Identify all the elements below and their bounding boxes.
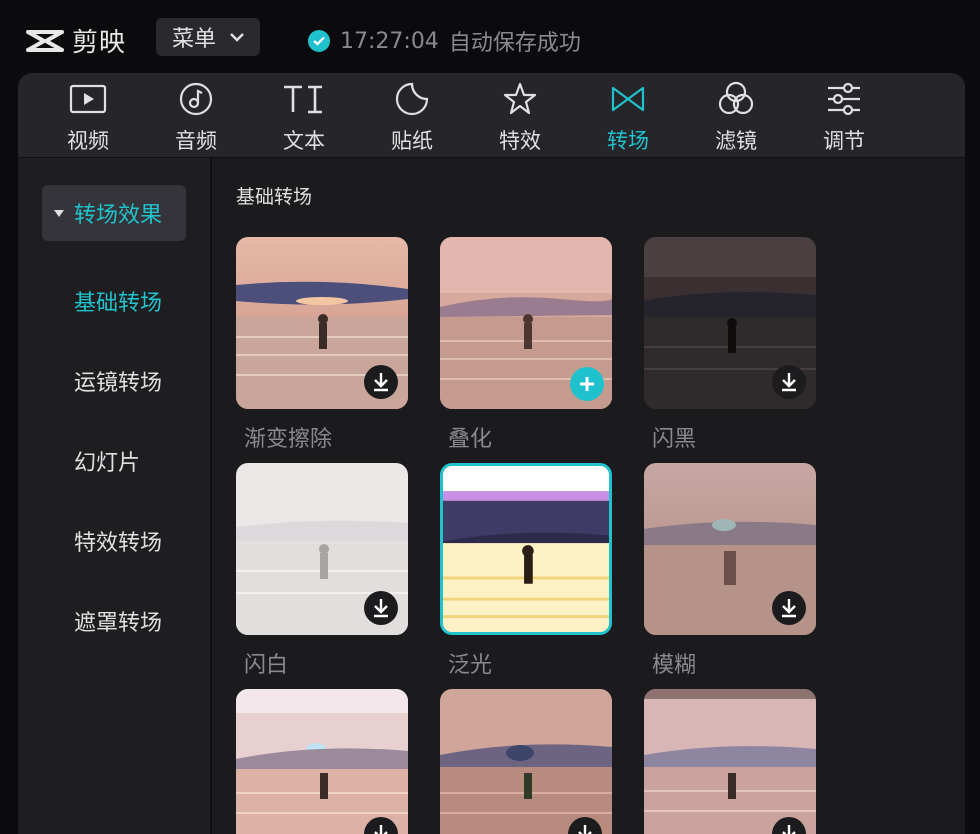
- transition-card[interactable]: [236, 689, 408, 834]
- download-icon: [578, 825, 592, 834]
- sunset-lake-image: [644, 689, 816, 834]
- download-icon: [374, 599, 388, 618]
- tab-effects[interactable]: 特效: [480, 79, 560, 155]
- category-tab-bar: 视频 音频 文本 贴纸 特效 转场 滤镜 调节: [18, 73, 965, 158]
- transition-name: 模糊: [652, 653, 697, 678]
- download-button[interactable]: [772, 591, 806, 625]
- sunset-lake-image: [236, 689, 408, 834]
- transition-name: 闪白: [244, 653, 289, 678]
- tab-sticker[interactable]: 贴纸: [372, 79, 452, 155]
- save-time: 17:27:04: [340, 28, 439, 54]
- sunset-lake-image: [440, 689, 612, 834]
- download-icon: [782, 825, 796, 834]
- category-header-label: 转场效果: [74, 203, 163, 228]
- app-name: 剪映: [72, 28, 127, 58]
- tab-video[interactable]: 视频: [48, 79, 128, 155]
- category-header-transition-effects[interactable]: 转场效果: [42, 185, 186, 241]
- audio-icon: [179, 82, 213, 116]
- capcut-logo-icon: [26, 29, 64, 52]
- adjust-icon: [828, 82, 860, 116]
- tab-text[interactable]: 文本: [264, 79, 344, 155]
- transition-thumbnail[interactable]: [644, 237, 816, 409]
- tab-adjust[interactable]: 调节: [804, 79, 884, 155]
- transition-card[interactable]: 闪黑: [644, 237, 816, 453]
- tab-label: 滤镜: [715, 129, 757, 153]
- tab-label: 文本: [283, 129, 325, 153]
- save-text: 自动保存成功: [448, 31, 581, 56]
- transition-sidebar: 转场效果 基础转场 运镜转场 幻灯片 特效转场 遮罩转场: [18, 158, 212, 834]
- transition-name: 闪黑: [652, 427, 697, 452]
- transition-thumbnail[interactable]: [440, 237, 612, 409]
- download-button[interactable]: [364, 365, 398, 399]
- tab-label: 视频: [67, 129, 109, 153]
- download-button[interactable]: [364, 591, 398, 625]
- add-button[interactable]: [570, 367, 604, 401]
- download-icon: [782, 373, 796, 392]
- sidebar-item-mask-transition[interactable]: 遮罩转场: [74, 605, 162, 637]
- tab-label: 音频: [175, 129, 217, 153]
- transition-name: 泛光: [448, 653, 493, 678]
- transition-grid: 基础转场 渐变擦除 叠化 闪黑 闪白 泛光 模糊: [212, 158, 965, 834]
- app-logo: 剪映: [24, 22, 126, 59]
- text-icon: [284, 85, 322, 114]
- caret-down-icon: [54, 209, 64, 217]
- transition-name: 叠化: [448, 427, 493, 452]
- effects-icon: [503, 82, 537, 115]
- transition-card[interactable]: 模糊: [644, 463, 816, 679]
- transition-thumbnail[interactable]: [644, 463, 816, 635]
- filter-icon: [718, 81, 754, 115]
- transition-thumbnail[interactable]: [440, 689, 612, 834]
- media-panel: 视频 音频 文本 贴纸 特效 转场 滤镜 调节 转场效果 基础转场 运镜转场 幻…: [18, 73, 965, 834]
- transition-card[interactable]: 泛光: [440, 463, 612, 679]
- sidebar-item-slideshow[interactable]: 幻灯片: [74, 445, 140, 477]
- glow-image: [443, 466, 609, 632]
- transition-thumbnail[interactable]: [236, 463, 408, 635]
- transition-thumbnail[interactable]: [236, 237, 408, 409]
- transition-card[interactable]: 渐变擦除: [236, 237, 408, 453]
- download-icon: [782, 599, 796, 618]
- tab-label: 贴纸: [391, 129, 433, 153]
- transition-thumbnail-selected[interactable]: [440, 463, 612, 635]
- tab-label: 调节: [823, 129, 865, 153]
- video-icon: [69, 84, 107, 114]
- tab-label: 特效: [499, 129, 541, 153]
- check-circle-icon: [308, 30, 330, 52]
- transition-card[interactable]: [644, 689, 816, 834]
- transition-thumbnail[interactable]: [236, 689, 408, 834]
- section-title: 基础转场: [236, 186, 313, 208]
- menu-label: 菜单: [171, 27, 216, 52]
- sidebar-item-basic-transition[interactable]: 基础转场: [74, 285, 162, 317]
- autosave-status: 17:27:04 自动保存成功: [308, 25, 581, 57]
- transition-icon: [611, 86, 645, 112]
- transition-card[interactable]: 叠化: [440, 237, 612, 453]
- tab-label: 转场: [607, 129, 649, 153]
- tab-filter[interactable]: 滤镜: [696, 79, 776, 155]
- sidebar-item-effect-transition[interactable]: 特效转场: [74, 525, 162, 557]
- transition-thumbnail[interactable]: [644, 689, 816, 834]
- tab-transition[interactable]: 转场: [588, 79, 668, 155]
- download-icon: [374, 825, 388, 834]
- transition-name: 渐变擦除: [244, 427, 333, 452]
- tab-audio[interactable]: 音频: [156, 79, 236, 155]
- chevron-down-icon: [230, 32, 244, 42]
- sidebar-item-camera-transition[interactable]: 运镜转场: [74, 365, 162, 397]
- plus-icon: [580, 377, 594, 391]
- transition-card[interactable]: [440, 689, 612, 834]
- menu-button[interactable]: 菜单: [156, 18, 260, 56]
- top-bar: 剪映 菜单 17:27:04 自动保存成功: [0, 0, 980, 74]
- transition-card[interactable]: 闪白: [236, 463, 408, 679]
- sticker-icon: [395, 82, 429, 116]
- download-button[interactable]: [772, 365, 806, 399]
- download-icon: [374, 373, 388, 392]
